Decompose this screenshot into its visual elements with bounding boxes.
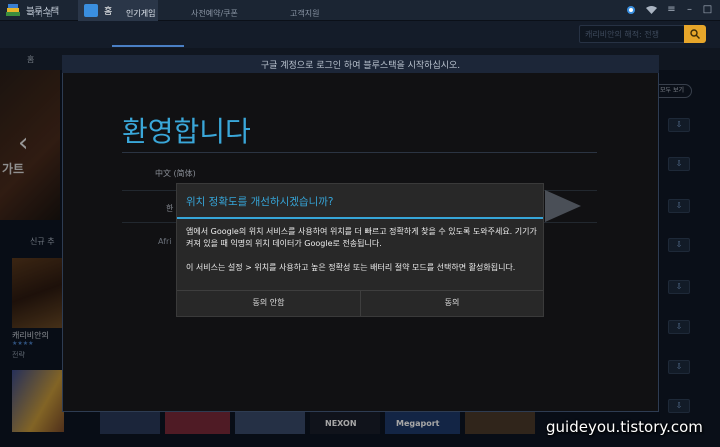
dialog-body-secondary: 이 서비스는 설정 > 위치를 사용하고 높은 정확성 또는 배터리 절약 모드…: [186, 263, 516, 272]
dialog-title-underline: [177, 217, 543, 219]
dialog-title: 위치 정확도를 개선하시겠습니까?: [186, 196, 334, 208]
dialog-body: 앱에서 Google의 위치 서비스를 사용하여 위치를 더 빠르고 정확하게 …: [186, 227, 537, 248]
search-button[interactable]: [684, 25, 706, 43]
maximize-icon[interactable]: □: [701, 3, 714, 17]
watermark: guideyou.tistory.com: [546, 418, 703, 436]
accept-button[interactable]: 동의: [361, 290, 543, 316]
notification-icon[interactable]: [626, 5, 636, 15]
wifi-icon[interactable]: [646, 6, 657, 14]
home-tab-label: 홈: [104, 7, 113, 17]
language-option[interactable]: Afri: [158, 237, 172, 246]
language-option[interactable]: 中文 (简体): [155, 168, 196, 179]
language-option[interactable]: 한: [166, 203, 173, 214]
setup-header-text: 구글 계정으로 로그인 하여 블루스택을 시작하십시오.: [260, 61, 461, 71]
minimize-icon[interactable]: –: [683, 3, 696, 17]
search-input[interactable]: 캐리비안의 해적: 전쟁: [579, 25, 685, 43]
search-icon: [690, 29, 700, 39]
bluestacks-logo-icon: [6, 4, 20, 16]
decline-button[interactable]: 동의 안함: [177, 290, 360, 316]
tab-support[interactable]: 고객지원: [290, 8, 319, 19]
welcome-heading: 환영합니다: [122, 115, 251, 148]
next-arrow-icon[interactable]: [545, 190, 581, 222]
tab-my-apps[interactable]: 나의 앱: [28, 8, 53, 19]
active-tab-indicator: [112, 45, 184, 47]
menu-icon[interactable]: ≡: [665, 3, 678, 17]
divider: [122, 152, 597, 153]
home-icon: [84, 4, 98, 17]
tab-popular-games[interactable]: 인기게임: [126, 8, 155, 19]
bluestacks-window: 블루스택 홈 ≡ – □ 나의 앱 인기게임 사전예약/쿠폰 고객지원 캐리비안…: [0, 0, 720, 447]
tab-preregister-coupon[interactable]: 사전예약/쿠폰: [191, 8, 238, 19]
